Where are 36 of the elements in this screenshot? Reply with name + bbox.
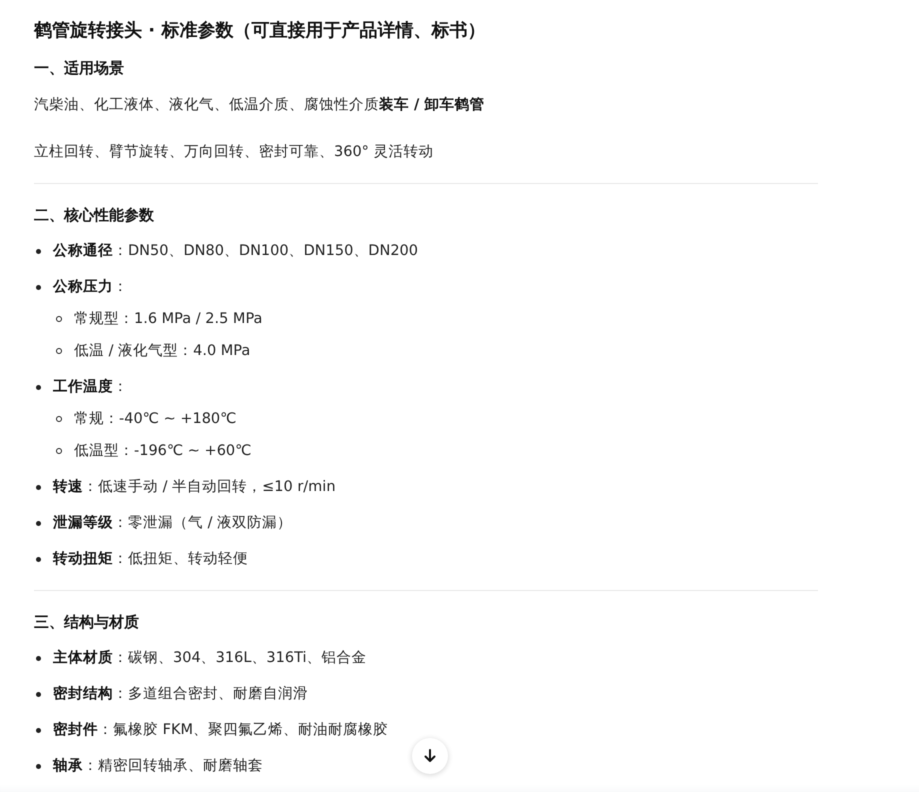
bullet-icon [36,248,41,254]
paragraph: 汽柴油、化工液体、液化气、低温介质、腐蚀性介质装车 / 卸车鹤管 [34,96,486,115]
bullet-icon [36,728,41,732]
bullet-icon [56,316,62,322]
bullet-icon [36,764,41,768]
scroll-down-button[interactable] [412,738,448,774]
bullet-icon [36,556,41,562]
list-item-text: 密封件：氟橡胶 FKM、聚四氟乙烯、耐油耐腐橡胶 [53,720,388,740]
list-item-text: 转速：低速手动 / 半自动回转，≤10 r/min [53,478,336,497]
section-heading: 二、核心性能参数 [34,205,155,226]
list-item-text: 轴承：精密回转轴承、耐磨轴套 [53,756,263,776]
bullet-icon [36,520,41,526]
bullet-icon [36,284,41,290]
bullet-icon [56,348,62,354]
bullet-icon [36,384,41,390]
list-item-text: 主体材质：碳钢、304、316L、316Ti、铝合金 [53,648,367,668]
arrow-down-icon [422,748,438,764]
section-heading: 三、结构与材质 [34,612,140,633]
list-item-text: 工作温度： [53,377,128,397]
list-item-text: 常规：-40℃ ~ +180℃ [74,410,236,429]
bullet-icon [36,484,41,490]
list-item-text: 泄漏等级：零泄漏（气 / 液双防漏） [53,514,292,533]
list-item-text: 公称通径：DN50、DN80、DN100、DN150、DN200 [53,242,418,261]
document-title: 鹤管旋转接头 · 标准参数（可直接用于产品详情、标书） [34,19,486,43]
list-item-text: 低温型：-196℃ ~ +60℃ [74,442,252,461]
bullet-icon [56,416,62,422]
list-item-text: 密封结构：多道组合密封、耐磨自润滑 [53,684,308,704]
list-item-text: 常规型：1.6 MPa / 2.5 MPa [74,310,262,329]
list-item-text: 公称压力： [53,278,128,297]
list-item-text: 低温 / 液化气型：4.0 MPa [74,342,250,361]
list-item-text: 转动扭矩：低扭矩、转动轻便 [53,550,248,569]
bullet-icon [36,656,41,660]
bullet-icon [36,692,41,696]
paragraph: 立柱回转、臂节旋转、万向回转、密封可靠、360° 灵活转动 [34,142,435,162]
section-heading: 一、适用场景 [34,58,125,79]
bullet-icon [56,448,62,454]
